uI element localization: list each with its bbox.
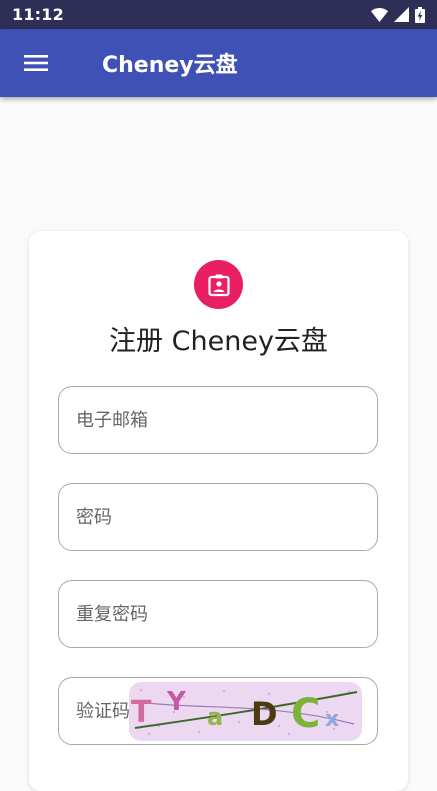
captcha-image[interactable]: T Y a D C x [129,682,362,741]
menu-icon [24,55,48,71]
captcha-field[interactable]: T Y a D C x [58,677,378,745]
captcha-letter-6: x [325,707,339,732]
status-icons [371,6,425,23]
status-time: 11:12 [12,5,64,24]
password-input[interactable] [76,506,226,528]
captcha-letter-3: a [207,703,223,731]
app-bar: Cheney云盘 [0,29,437,97]
email-field[interactable] [58,386,378,454]
password-field[interactable] [58,483,378,551]
captcha-graphic: T Y a D C x [131,687,358,737]
register-card: 注册 Cheney云盘 T [29,231,408,791]
status-bar: 11:12 [0,0,437,29]
repeat-password-field[interactable] [58,580,378,648]
register-title: 注册 Cheney云盘 [109,326,328,357]
app-title: Cheney云盘 [102,53,238,78]
repeat-password-input[interactable] [76,603,226,625]
battery-icon [415,6,425,23]
wifi-icon [371,7,388,22]
captcha-letter-1: T [131,695,152,730]
captcha-letter-4: D [251,695,278,733]
contact-clipboard-icon [207,274,230,296]
register-badge [194,260,243,309]
captcha-letter-5: C [291,691,320,737]
signal-icon [394,7,409,22]
captcha-letter-2: Y [166,687,187,717]
email-input[interactable] [76,409,226,431]
menu-button[interactable] [24,39,72,87]
